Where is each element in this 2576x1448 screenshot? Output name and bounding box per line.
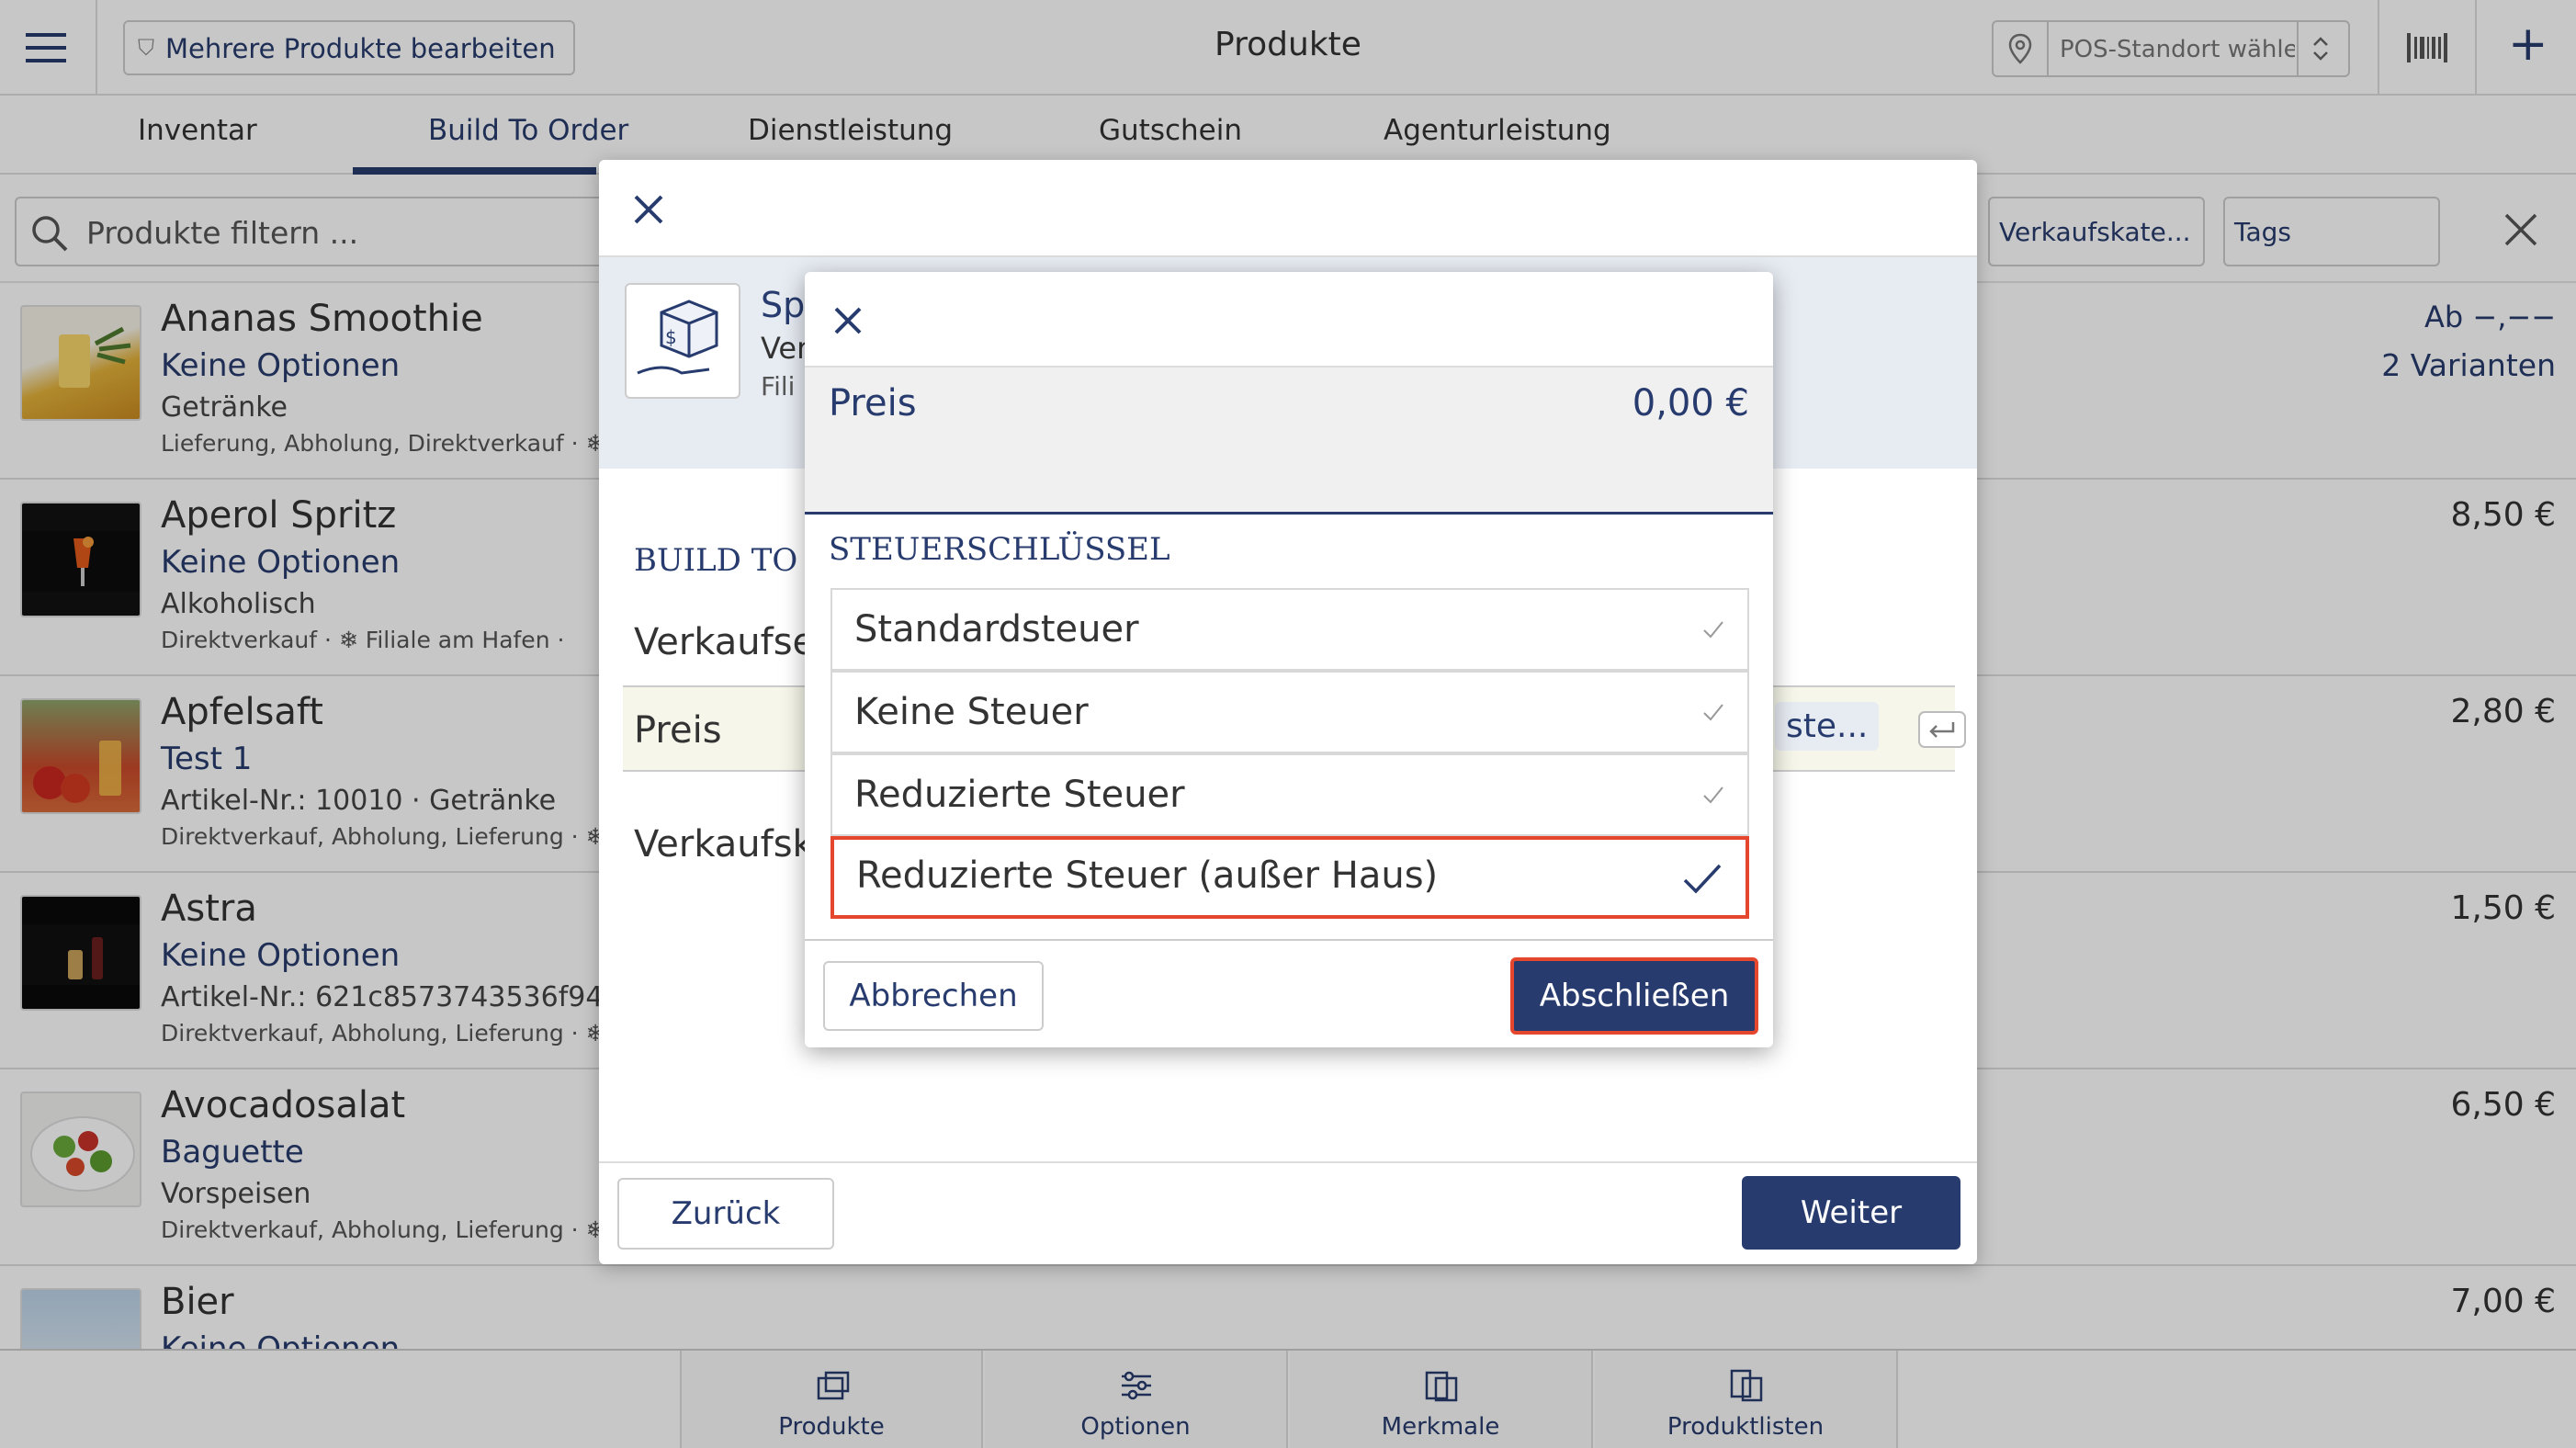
check-icon	[1701, 783, 1725, 810]
tax-option-label: Reduzierte Steuer	[854, 774, 1185, 816]
tax-option-none[interactable]: Keine Steuer	[830, 671, 1749, 753]
tax-option-label: Keine Steuer	[854, 691, 1089, 733]
wizard-close-icon[interactable]	[632, 193, 665, 230]
check-icon	[1701, 617, 1725, 645]
price-section[interactable]: Preis 0,00 €	[805, 366, 1773, 515]
tax-option-reduced-takeaway[interactable]: Reduzierte Steuer (außer Haus)	[830, 836, 1749, 919]
tax-option-standard[interactable]: Standardsteuer	[830, 588, 1749, 671]
cancel-button[interactable]: Abbrechen	[823, 961, 1044, 1031]
wizard-section-title: BUILD TO O	[634, 542, 833, 579]
wizard-product-line2: Ver	[761, 331, 809, 366]
confirm-button[interactable]: Abschließen	[1510, 957, 1758, 1035]
wizard-product-line3: Fili	[761, 371, 796, 402]
tax-option-label: Standardsteuer	[854, 608, 1139, 650]
tax-option-reduced[interactable]: Reduzierte Steuer	[830, 753, 1749, 836]
wizard-product-name: Sp	[761, 285, 806, 325]
wizard-price-label: Preis	[634, 709, 722, 752]
check-icon	[1681, 860, 1723, 900]
dialog-close-icon[interactable]	[832, 305, 864, 340]
wizard-label-verkauf: Verkaufsei	[634, 621, 826, 663]
svg-text:$: $	[665, 326, 677, 348]
price-value: 0,00 €	[1632, 382, 1749, 424]
price-label: Preis	[829, 382, 917, 424]
price-tax-dialog: Preis 0,00 € STEUERSCHLÜSSEL Standardste…	[805, 272, 1773, 1047]
next-button[interactable]: Weiter	[1742, 1176, 1960, 1250]
back-button[interactable]: Zurück	[617, 1178, 834, 1250]
product-box-icon: $	[625, 283, 740, 399]
return-icon[interactable]	[1918, 711, 1966, 752]
check-icon	[1701, 700, 1725, 728]
tax-section-title: STEUERSCHLÜSSEL	[829, 531, 1170, 568]
tax-option-label: Reduzierte Steuer (außer Haus)	[856, 854, 1439, 897]
wizard-price-button[interactable]: ste...	[1775, 702, 1880, 751]
